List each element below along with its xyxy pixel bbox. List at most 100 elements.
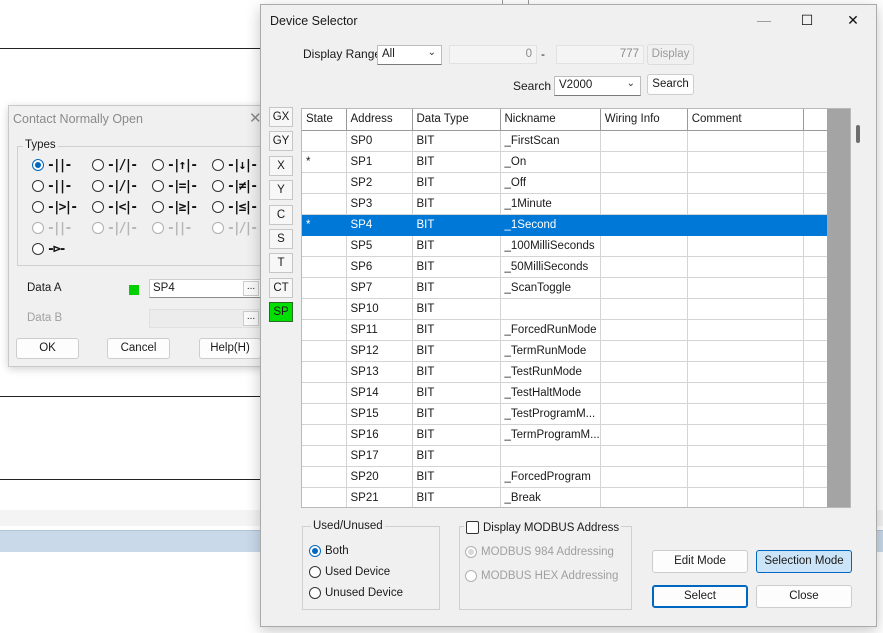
modbus-checkbox-option[interactable]: Display MODBUS Address [464, 521, 622, 534]
data-b-browse-button[interactable]: ... [243, 311, 259, 326]
device-type-button-gx[interactable]: GX [269, 107, 293, 127]
help-button[interactable]: Help(H) [199, 338, 261, 359]
table-row[interactable]: SP0 BIT _FirstScan [302, 130, 828, 152]
cell-wiring[interactable] [600, 172, 688, 194]
cell-type[interactable]: BIT [412, 172, 501, 194]
column-header[interactable]: Nickname [500, 109, 601, 131]
cell-address[interactable]: SP16 [346, 424, 413, 446]
contact-type-option[interactable]: -||- [32, 156, 82, 174]
contact-type-radio[interactable] [152, 180, 164, 192]
device-grid[interactable]: State Address Data Type Nickname Wiring Info… [301, 108, 851, 508]
cell-comment[interactable] [687, 361, 804, 383]
cell-state[interactable] [302, 424, 347, 446]
cell-wiring[interactable] [600, 466, 688, 488]
select-button[interactable]: Select [652, 585, 748, 608]
cell-comment[interactable] [687, 214, 804, 236]
modbus-checkbox[interactable] [466, 521, 479, 534]
cell-nickname[interactable]: _Off [500, 172, 601, 194]
contact-type-option[interactable]: -|/|- [92, 156, 142, 174]
cell-type[interactable]: BIT [412, 151, 501, 173]
cell-nickname[interactable]: _TermProgramM... [500, 424, 601, 446]
cell-nickname[interactable] [500, 445, 601, 467]
cell-address[interactable]: SP11 [346, 319, 413, 341]
display-range-select[interactable]: All ⌄ [377, 45, 442, 65]
cell-type[interactable]: BIT [412, 487, 501, 507]
cell-comment[interactable] [687, 424, 804, 446]
cell-address[interactable]: SP13 [346, 361, 413, 383]
table-row[interactable]: SP16 BIT _TermProgramM... [302, 424, 828, 446]
cell-comment[interactable] [687, 319, 804, 341]
cell-wiring[interactable] [600, 235, 688, 257]
used-option[interactable]: Used Device [309, 566, 390, 578]
cell-type[interactable]: BIT [412, 214, 501, 236]
cell-wiring[interactable] [600, 193, 688, 215]
cell-type[interactable]: BIT [412, 256, 501, 278]
search-select[interactable]: V2000 ⌄ [554, 76, 641, 96]
cell-wiring[interactable] [600, 361, 688, 383]
device-type-button-c[interactable]: C [269, 204, 293, 225]
cell-type[interactable]: BIT [412, 403, 501, 425]
cell-wiring[interactable] [600, 340, 688, 362]
column-header[interactable]: Address [346, 109, 413, 131]
contact-type-option[interactable]: -|=|- [152, 177, 202, 195]
cancel-button[interactable]: Cancel [107, 338, 170, 359]
column-header[interactable]: Data Type [412, 109, 501, 131]
cell-comment[interactable] [687, 256, 804, 278]
table-row[interactable]: SP21 BIT _Break [302, 487, 828, 507]
vertical-scrollbar-thumb[interactable] [856, 125, 860, 143]
table-row[interactable]: SP20 BIT _ForcedProgram [302, 466, 828, 488]
cell-address[interactable]: SP20 [346, 466, 413, 488]
cell-address[interactable]: SP14 [346, 382, 413, 404]
table-row[interactable]: SP17 BIT [302, 445, 828, 467]
cell-comment[interactable] [687, 403, 804, 425]
cell-address[interactable]: SP17 [346, 445, 413, 467]
cell-state[interactable] [302, 445, 347, 467]
contact-type-option[interactable]: -|<|- [92, 198, 142, 216]
contact-type-radio[interactable] [32, 180, 44, 192]
table-row[interactable]: SP6 BIT _50MilliSeconds [302, 256, 828, 278]
cell-nickname[interactable]: _TestProgramM... [500, 403, 601, 425]
device-type-button-gy[interactable]: GY [269, 131, 293, 152]
cell-comment[interactable] [687, 151, 804, 173]
cell-wiring[interactable] [600, 487, 688, 507]
table-row[interactable]: SP3 BIT _1Minute [302, 193, 828, 215]
used-option[interactable]: Both [309, 545, 349, 557]
cell-address[interactable]: SP4 [346, 214, 413, 236]
cell-comment[interactable] [687, 382, 804, 404]
cell-address[interactable]: SP7 [346, 277, 413, 299]
cell-type[interactable]: BIT [412, 298, 501, 320]
cell-wiring[interactable] [600, 424, 688, 446]
cell-wiring[interactable] [600, 256, 688, 278]
cell-type[interactable]: BIT [412, 277, 501, 299]
cell-comment[interactable] [687, 445, 804, 467]
cell-nickname[interactable]: _TermRunMode [500, 340, 601, 362]
contact-type-option[interactable]: -|↑|- [152, 156, 202, 174]
cell-comment[interactable] [687, 193, 804, 215]
contact-type-option[interactable]: -⊳- [32, 240, 82, 258]
cell-nickname[interactable]: _100MilliSeconds [500, 235, 601, 257]
contact-type-option[interactable]: -|≤|- [212, 198, 262, 216]
cell-state[interactable] [302, 235, 347, 257]
cell-nickname[interactable]: _On [500, 151, 601, 173]
cell-type[interactable]: BIT [412, 445, 501, 467]
cell-type[interactable]: BIT [412, 130, 501, 152]
cell-state[interactable] [302, 382, 347, 404]
contact-type-option[interactable]: -|>|- [32, 198, 82, 216]
device-type-button-sp[interactable]: SP [269, 302, 293, 323]
cell-nickname[interactable]: _ForcedRunMode [500, 319, 601, 341]
cell-wiring[interactable] [600, 298, 688, 320]
contact-type-radio[interactable] [92, 180, 104, 192]
search-button[interactable]: Search [647, 74, 694, 95]
contact-type-radio[interactable] [212, 201, 224, 213]
table-row[interactable]: * SP1 BIT _On [302, 151, 828, 173]
device-type-button-t[interactable]: T [269, 253, 293, 274]
column-header[interactable]: State [302, 109, 347, 131]
cell-comment[interactable] [687, 340, 804, 362]
range-to-input[interactable]: 777 [556, 45, 644, 64]
cell-state[interactable] [302, 361, 347, 383]
display-button[interactable]: Display [647, 44, 694, 65]
cell-type[interactable]: BIT [412, 319, 501, 341]
contact-type-radio[interactable] [92, 201, 104, 213]
cell-state[interactable] [302, 403, 347, 425]
contact-type-option[interactable]: -|≠|- [212, 177, 262, 195]
